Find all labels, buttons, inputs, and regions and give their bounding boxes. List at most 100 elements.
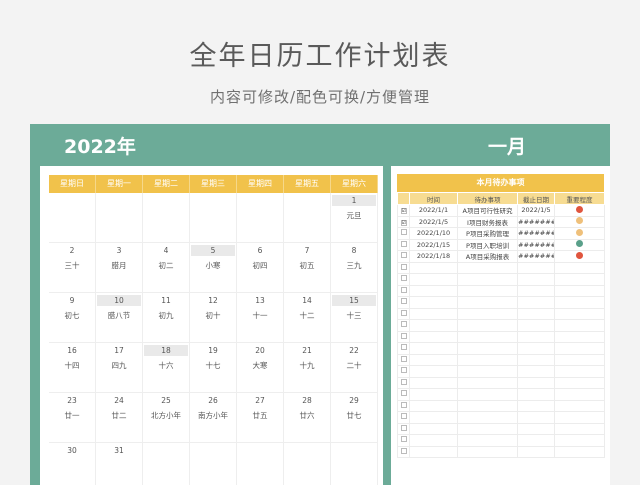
- checkbox-icon[interactable]: [400, 240, 407, 247]
- checkbox-icon[interactable]: [400, 321, 407, 328]
- calendar-day-cell[interactable]: 6 初四: [237, 243, 284, 293]
- todo-empty-cell[interactable]: [409, 330, 458, 343]
- checkbox-icon[interactable]: [400, 229, 407, 236]
- todo-checkbox-cell[interactable]: [397, 307, 410, 320]
- todo-empty-cell[interactable]: [409, 365, 458, 378]
- calendar-day-cell[interactable]: [331, 443, 378, 485]
- calendar-day-cell[interactable]: 14 十二: [284, 293, 331, 343]
- todo-empty-cell[interactable]: [517, 273, 555, 286]
- todo-checkbox-cell[interactable]: [397, 284, 410, 297]
- todo-row-empty[interactable]: [397, 411, 605, 424]
- calendar-day-cell[interactable]: 8 三九: [331, 243, 378, 293]
- todo-empty-cell[interactable]: [554, 307, 605, 320]
- calendar-day-cell[interactable]: 24 廿二: [96, 393, 143, 443]
- todo-row-empty[interactable]: [397, 399, 605, 412]
- todo-empty-cell[interactable]: [409, 353, 458, 366]
- todo-empty-cell[interactable]: [409, 273, 458, 286]
- todo-empty-cell[interactable]: [517, 445, 555, 458]
- checkbox-icon[interactable]: [400, 436, 407, 443]
- calendar-day-cell[interactable]: [143, 443, 190, 485]
- calendar-day-cell[interactable]: [49, 193, 96, 243]
- checkbox-icon[interactable]: [400, 252, 407, 259]
- todo-checkbox-cell[interactable]: [397, 238, 410, 251]
- todo-row-empty[interactable]: [397, 365, 605, 378]
- checkbox-icon[interactable]: ☑: [400, 219, 407, 226]
- todo-empty-cell[interactable]: [517, 342, 555, 355]
- calendar-day-cell[interactable]: 1 元旦: [331, 193, 378, 243]
- todo-empty-cell[interactable]: [554, 296, 605, 309]
- calendar-day-cell[interactable]: 25 北方小年: [143, 393, 190, 443]
- calendar-day-cell[interactable]: 19 十七: [190, 343, 237, 393]
- calendar-day-cell[interactable]: 7 初五: [284, 243, 331, 293]
- todo-empty-cell[interactable]: [409, 296, 458, 309]
- todo-empty-cell[interactable]: [457, 284, 518, 297]
- todo-empty-cell[interactable]: [554, 284, 605, 297]
- todo-row-empty[interactable]: [397, 273, 605, 286]
- todo-empty-cell[interactable]: [457, 365, 518, 378]
- todo-empty-cell[interactable]: [517, 296, 555, 309]
- calendar-day-cell[interactable]: 3 腊月: [96, 243, 143, 293]
- todo-empty-cell[interactable]: [517, 365, 555, 378]
- checkbox-icon[interactable]: [400, 355, 407, 362]
- checkbox-icon[interactable]: [400, 309, 407, 316]
- todo-checkbox-cell[interactable]: [397, 411, 410, 424]
- todo-checkbox-cell[interactable]: [397, 342, 410, 355]
- todo-empty-cell[interactable]: [554, 273, 605, 286]
- todo-empty-cell[interactable]: [457, 342, 518, 355]
- todo-empty-cell[interactable]: [457, 319, 518, 332]
- calendar-day-cell[interactable]: [96, 193, 143, 243]
- calendar-day-cell[interactable]: 15 十三: [331, 293, 378, 343]
- calendar-day-cell[interactable]: 29 廿七: [331, 393, 378, 443]
- todo-empty-cell[interactable]: [457, 261, 518, 274]
- todo-empty-cell[interactable]: [554, 399, 605, 412]
- todo-empty-cell[interactable]: [409, 411, 458, 424]
- todo-empty-cell[interactable]: [409, 319, 458, 332]
- todo-checkbox-cell[interactable]: [397, 273, 410, 286]
- calendar-day-cell[interactable]: 12 初十: [190, 293, 237, 343]
- todo-row-empty[interactable]: [397, 319, 605, 332]
- calendar-day-cell[interactable]: 30: [49, 443, 96, 485]
- calendar-day-cell[interactable]: 21 十九: [284, 343, 331, 393]
- todo-row[interactable]: 2022/1/15P项目入职培训########: [397, 238, 605, 251]
- todo-checkbox-cell[interactable]: [397, 227, 410, 240]
- calendar-day-cell[interactable]: 16 十四: [49, 343, 96, 393]
- todo-empty-cell[interactable]: [409, 284, 458, 297]
- checkbox-icon[interactable]: [400, 263, 407, 270]
- calendar-day-cell[interactable]: 27 廿五: [237, 393, 284, 443]
- todo-empty-cell[interactable]: [517, 388, 555, 401]
- todo-empty-cell[interactable]: [457, 330, 518, 343]
- todo-empty-cell[interactable]: [409, 422, 458, 435]
- checkbox-icon[interactable]: [400, 447, 407, 454]
- todo-empty-cell[interactable]: [457, 434, 518, 447]
- todo-checkbox-cell[interactable]: [397, 250, 410, 263]
- todo-empty-cell[interactable]: [457, 376, 518, 389]
- todo-empty-cell[interactable]: [554, 422, 605, 435]
- todo-checkbox-cell[interactable]: [397, 445, 410, 458]
- todo-row-empty[interactable]: [397, 342, 605, 355]
- checkbox-icon[interactable]: [400, 367, 407, 374]
- calendar-day-cell[interactable]: 11 初九: [143, 293, 190, 343]
- calendar-day-cell[interactable]: 10 腊八节: [96, 293, 143, 343]
- calendar-day-cell[interactable]: 28 廿六: [284, 393, 331, 443]
- checkbox-icon[interactable]: [400, 378, 407, 385]
- todo-empty-cell[interactable]: [517, 411, 555, 424]
- todo-empty-cell[interactable]: [517, 330, 555, 343]
- todo-empty-cell[interactable]: [517, 422, 555, 435]
- todo-empty-cell[interactable]: [409, 342, 458, 355]
- calendar-day-cell[interactable]: [284, 193, 331, 243]
- todo-row-empty[interactable]: [397, 296, 605, 309]
- todo-row[interactable]: 2022/1/18A项目采购报表########: [397, 250, 605, 263]
- calendar-day-cell[interactable]: [143, 193, 190, 243]
- checkbox-icon[interactable]: [400, 424, 407, 431]
- todo-empty-cell[interactable]: [554, 411, 605, 424]
- todo-empty-cell[interactable]: [409, 307, 458, 320]
- todo-checkbox-cell[interactable]: [397, 330, 410, 343]
- todo-empty-cell[interactable]: [554, 445, 605, 458]
- checkbox-icon[interactable]: [400, 275, 407, 282]
- todo-empty-cell[interactable]: [517, 284, 555, 297]
- todo-empty-cell[interactable]: [517, 434, 555, 447]
- calendar-day-cell[interactable]: [284, 443, 331, 485]
- todo-row[interactable]: ☑2022/1/5I项目财务报表########: [397, 215, 605, 228]
- checkbox-icon[interactable]: [400, 286, 407, 293]
- todo-empty-cell[interactable]: [554, 342, 605, 355]
